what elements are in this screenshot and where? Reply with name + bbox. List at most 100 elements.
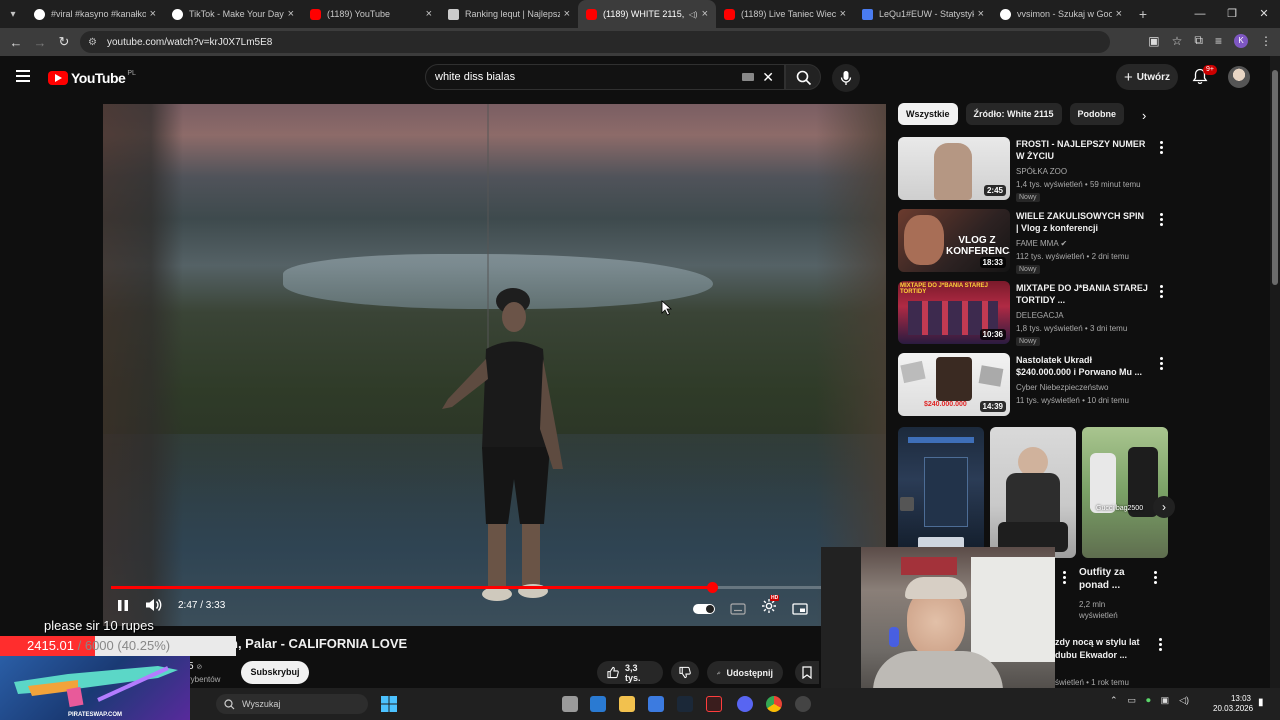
recommendation-title[interactable]: Nastolatek Ukradł $240.000.000 i Porwano… [1016, 354, 1148, 378]
app-icon-extra[interactable] [795, 696, 811, 712]
back-button[interactable]: ← [4, 35, 28, 50]
recommendation-more-icon[interactable] [1159, 285, 1165, 299]
minimize-button[interactable]: — [1184, 0, 1216, 28]
file-explorer-icon[interactable] [619, 696, 635, 712]
short-3-more-icon[interactable] [1153, 571, 1159, 585]
video-player[interactable]: 2:47 / 3:33 HD [103, 104, 886, 626]
search-button[interactable] [785, 64, 821, 90]
recommendation-thumbnail[interactable]: 2:45 [898, 137, 1010, 200]
short-item-1[interactable] [898, 427, 984, 558]
browser-tab-6[interactable]: (1189) Live Taniec Wieczn × [716, 0, 854, 28]
tab-search-button[interactable]: ▾ [0, 0, 26, 28]
chips-next-arrow-icon[interactable]: › [1142, 108, 1146, 123]
close-tab-icon[interactable]: × [702, 8, 708, 20]
recommendation-title[interactable]: FROSTI - NAJLEPSZY NUMER W ŻYCIU [1016, 138, 1148, 162]
browser-tab-7[interactable]: LeQu1#EUW - Statystyki × [854, 0, 992, 28]
bookmark-star-icon[interactable]: ☆ [1172, 34, 1183, 48]
recommendation-item[interactable]: VLOG Z KONFERENCJI18:33WIELE ZAKULISOWYC… [898, 209, 1168, 275]
wifi-icon[interactable]: ▣ [1161, 695, 1170, 706]
shorts-next-arrow-icon[interactable]: › [1153, 496, 1175, 518]
recommendation-item[interactable]: $240.000.000 14:39 Nastolatek Ukradł $240.… [898, 353, 1168, 419]
close-tab-icon[interactable]: × [426, 8, 432, 20]
recommendation-channel[interactable]: SPÓŁKA ZOO [1016, 167, 1067, 176]
save-button[interactable] [795, 661, 819, 684]
tray-chevron-icon[interactable]: ⌃ [1110, 695, 1118, 706]
recommendation-item[interactable]: 2:45 FROSTI - NAJLEPSZY NUMER W ŻYCIU SPÓŁ… [898, 137, 1168, 203]
forward-button[interactable]: → [28, 35, 52, 50]
terminal-app-icon[interactable] [706, 696, 722, 712]
like-button[interactable]: 3,3 tys. [597, 661, 663, 684]
keyboard-icon[interactable] [742, 73, 754, 81]
subtitles-icon[interactable] [730, 602, 746, 615]
recommendation-title[interactable]: WIELE ZAKULISOWYCH SPIN | Vlog z konfere… [1016, 210, 1148, 234]
volume-icon[interactable] [145, 598, 162, 612]
taskbar-clock[interactable]: 13:03 20.03.2026 [1213, 694, 1253, 714]
menu-icon[interactable] [16, 70, 30, 82]
recommendation-thumbnail[interactable]: $240.000.000 14:39 [898, 353, 1010, 416]
browser-tab-8[interactable]: vvsimon - Szukaj w Goog × [992, 0, 1130, 28]
cast-icon[interactable]: ▣ [1148, 34, 1159, 48]
recommendation-more-icon[interactable] [1159, 141, 1165, 155]
scrollbar-thumb[interactable] [1272, 70, 1278, 285]
browser-tab-5[interactable]: (1189) WHITE 2115, V ◁) × [578, 0, 716, 28]
channel-name[interactable]: 5 ⊘ [188, 661, 202, 672]
youtube-logo[interactable]: YouTube PL [48, 70, 136, 86]
close-tab-icon[interactable]: × [288, 8, 294, 20]
page-scrollbar[interactable] [1270, 56, 1280, 688]
close-tab-icon[interactable]: × [564, 8, 570, 20]
dislike-button[interactable] [671, 661, 699, 684]
site-info-icon[interactable]: ⚙ [88, 37, 97, 48]
store-icon[interactable] [648, 696, 664, 712]
maximize-button[interactable]: ❐ [1216, 0, 1248, 28]
recommendation-thumbnail[interactable]: VLOG Z KONFERENCJI18:33 [898, 209, 1010, 272]
chrome-icon[interactable] [766, 696, 782, 712]
close-tab-icon[interactable]: × [1116, 8, 1122, 20]
autoplay-toggle[interactable] [693, 603, 715, 614]
share-button[interactable]: Udostępnij [707, 661, 783, 684]
pause-icon[interactable] [117, 599, 129, 612]
search-input[interactable]: white diss bialas ✕ [425, 64, 785, 90]
new-tab-button[interactable]: + [1130, 6, 1156, 22]
voice-search-button[interactable] [832, 64, 860, 92]
short-2-more-icon[interactable] [1062, 571, 1068, 585]
subscribe-button[interactable]: Subskrybuj [241, 661, 309, 684]
recommendation-channel[interactable]: DELEGACJA [1016, 311, 1064, 320]
profile-avatar[interactable]: K [1234, 33, 1248, 48]
recommendation-thumbnail[interactable]: MIXTAPE DO J*BANIA STAREJ TORTIDY 10:36 [898, 281, 1010, 344]
short-item-3[interactable]: Gucci bag2500 [1082, 427, 1168, 558]
account-avatar[interactable] [1228, 66, 1250, 88]
browser-tab-2[interactable]: TikTok - Make Your Day × [164, 0, 302, 28]
close-window-button[interactable]: ✕ [1248, 0, 1280, 28]
settings-button[interactable]: HD [761, 595, 780, 619]
short-3-title[interactable]: Outfity za ponad ... [1079, 566, 1143, 592]
close-tab-icon[interactable]: × [978, 8, 984, 20]
taskbar-search[interactable]: Wyszukaj [216, 694, 368, 714]
windows-start-icon[interactable] [381, 696, 397, 712]
recommendation-title[interactable]: MIXTAPE DO J*BANIA STAREJ TORTIDY ... [1016, 282, 1148, 306]
discord-icon[interactable] [737, 696, 753, 712]
extensions-icon[interactable]: ⧉ [1194, 33, 1203, 48]
steam-icon[interactable] [677, 696, 693, 712]
filter-chip-1[interactable]: Wszystkie [898, 103, 958, 125]
recommendation-channel[interactable]: FAME MMA ✔ [1016, 239, 1067, 248]
recommendation-item[interactable]: MIXTAPE DO J*BANIA STAREJ TORTIDY 10:36 MI… [898, 281, 1168, 347]
recommendation-more-icon[interactable] [1159, 357, 1165, 371]
video-progress-bar[interactable] [111, 582, 878, 593]
tab-audio-icon[interactable]: ◁) [689, 10, 698, 19]
filter-chip-2[interactable]: Źródło: White 2115 [965, 103, 1062, 125]
outlook-icon[interactable] [590, 696, 606, 712]
media-controls-icon[interactable]: ≡ [1215, 34, 1222, 48]
browser-tab-3[interactable]: (1189) YouTube × [302, 0, 440, 28]
filter-chip-3[interactable]: Podobne [1069, 103, 1125, 125]
reload-button[interactable]: ↻ [52, 34, 76, 50]
short-item-2[interactable] [990, 427, 1076, 558]
last-rec-title[interactable]: zdy nocą w stylu lat dubu Ekwador ... [1055, 636, 1151, 662]
browser-menu-icon[interactable]: ⋮ [1260, 34, 1272, 48]
speaker-icon[interactable]: ◁) [1179, 695, 1189, 706]
last-rec-more-icon[interactable] [1158, 638, 1164, 652]
browser-tab-1[interactable]: #viral #kasyno #kanałkos × [26, 0, 164, 28]
address-bar[interactable]: ⚙ youtube.com/watch?v=krJ0X7Lm5E8 [80, 31, 1110, 53]
recommendation-channel[interactable]: Cyber Niebezpieczeństwo [1016, 383, 1109, 392]
miniplayer-icon[interactable] [792, 602, 808, 615]
close-tab-icon[interactable]: × [840, 8, 846, 20]
